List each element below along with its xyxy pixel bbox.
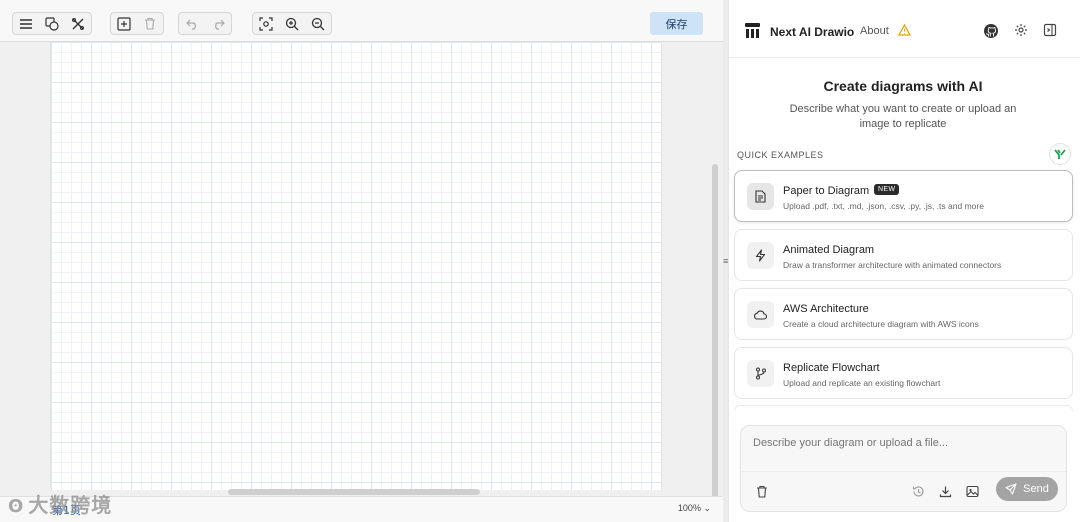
- watermark-logo-icon: ʘ: [8, 496, 25, 517]
- delete-icon[interactable]: [137, 13, 163, 34]
- brand-name: Next AI Drawio: [770, 25, 855, 39]
- example-title: Replicate Flowchart: [783, 362, 880, 374]
- diagram-page[interactable]: [50, 42, 662, 490]
- watermark: ʘ 大数跨境: [8, 493, 113, 517]
- cloud-icon: [747, 301, 774, 328]
- send-button[interactable]: Send: [996, 477, 1058, 501]
- example-description: Upload .pdf, .txt, .md, .json, .csv, .py…: [783, 201, 984, 211]
- example-description: Upload and replicate an existing flowcha…: [783, 378, 941, 388]
- example-title: Animated Diagram: [783, 244, 875, 256]
- collapse-panel-icon[interactable]: [1043, 23, 1057, 37]
- download-icon[interactable]: [936, 482, 954, 500]
- save-button[interactable]: 保存: [650, 12, 703, 35]
- chat-composer: Send: [740, 425, 1067, 512]
- send-icon: [1005, 483, 1017, 495]
- insert-icon[interactable]: [111, 13, 137, 34]
- example-card-replicate-flowchart[interactable]: Replicate Flowchart Upload and replicate…: [734, 347, 1073, 399]
- toolbar-group-zoom: [252, 12, 332, 35]
- zoom-level[interactable]: 100% ⌄: [678, 503, 711, 514]
- example-title: AWS Architecture: [783, 303, 869, 315]
- fit-icon[interactable]: [253, 13, 279, 34]
- zoom-in-icon[interactable]: [279, 13, 305, 34]
- about-link[interactable]: About: [860, 25, 889, 37]
- toolbar-group-history: [178, 12, 232, 35]
- image-upload-icon[interactable]: [963, 482, 981, 500]
- example-description: Draw a transformer architecture with ani…: [783, 260, 1002, 270]
- history-icon[interactable]: [909, 482, 927, 500]
- brand-logo-icon: [745, 23, 760, 38]
- example-card-paper-to-diagram[interactable]: Paper to Diagram NEW Upload .pdf, .txt, …: [734, 170, 1073, 222]
- clear-chat-trash-icon[interactable]: [753, 482, 771, 500]
- github-icon[interactable]: [983, 23, 999, 39]
- example-card-partial[interactable]: [734, 405, 1073, 411]
- new-badge: NEW: [874, 184, 900, 195]
- assistant-badge-icon[interactable]: [1049, 143, 1071, 165]
- panel-subtitle: Describe what you want to create or uplo…: [789, 103, 1017, 130]
- canvas-area[interactable]: [0, 42, 723, 522]
- composer-separator: [741, 471, 1066, 472]
- send-label: Send: [1023, 483, 1049, 495]
- prompt-input[interactable]: [753, 437, 1053, 449]
- panel-header: Next AI Drawio About: [729, 0, 1080, 58]
- panel-title: Create diagrams with AI: [823, 78, 983, 94]
- git-branch-icon: [747, 360, 774, 387]
- ai-chat-panel: Next AI Drawio About Create diagrams wit…: [728, 0, 1080, 522]
- example-card-animated-diagram[interactable]: Animated Diagram Draw a transformer arch…: [734, 229, 1073, 281]
- quick-examples-label: QUICK EXAMPLES: [737, 150, 824, 160]
- example-title: Paper to Diagram: [783, 185, 870, 197]
- toolbar-group-edit: [110, 12, 164, 35]
- redo-icon[interactable]: [205, 13, 231, 34]
- vertical-scrollbar[interactable]: [712, 164, 718, 504]
- warning-icon[interactable]: [898, 24, 911, 36]
- horizontal-scrollbar[interactable]: [228, 489, 480, 495]
- document-icon: [747, 183, 774, 210]
- diagram-editor: 保存 第1页 100% ⌄: [0, 0, 723, 522]
- editor-toolbar: 保存: [0, 0, 723, 42]
- undo-icon[interactable]: [179, 13, 205, 34]
- settings-gear-icon[interactable]: [1014, 23, 1028, 37]
- format-icon[interactable]: [39, 13, 65, 34]
- example-description: Create a cloud architecture diagram with…: [783, 319, 979, 329]
- tools-icon[interactable]: [65, 13, 91, 34]
- example-card-aws-architecture[interactable]: AWS Architecture Create a cloud architec…: [734, 288, 1073, 340]
- zoom-out-icon[interactable]: [305, 13, 331, 34]
- lightning-icon: [747, 242, 774, 269]
- toolbar-group-view: [12, 12, 92, 35]
- menu-icon[interactable]: [13, 13, 39, 34]
